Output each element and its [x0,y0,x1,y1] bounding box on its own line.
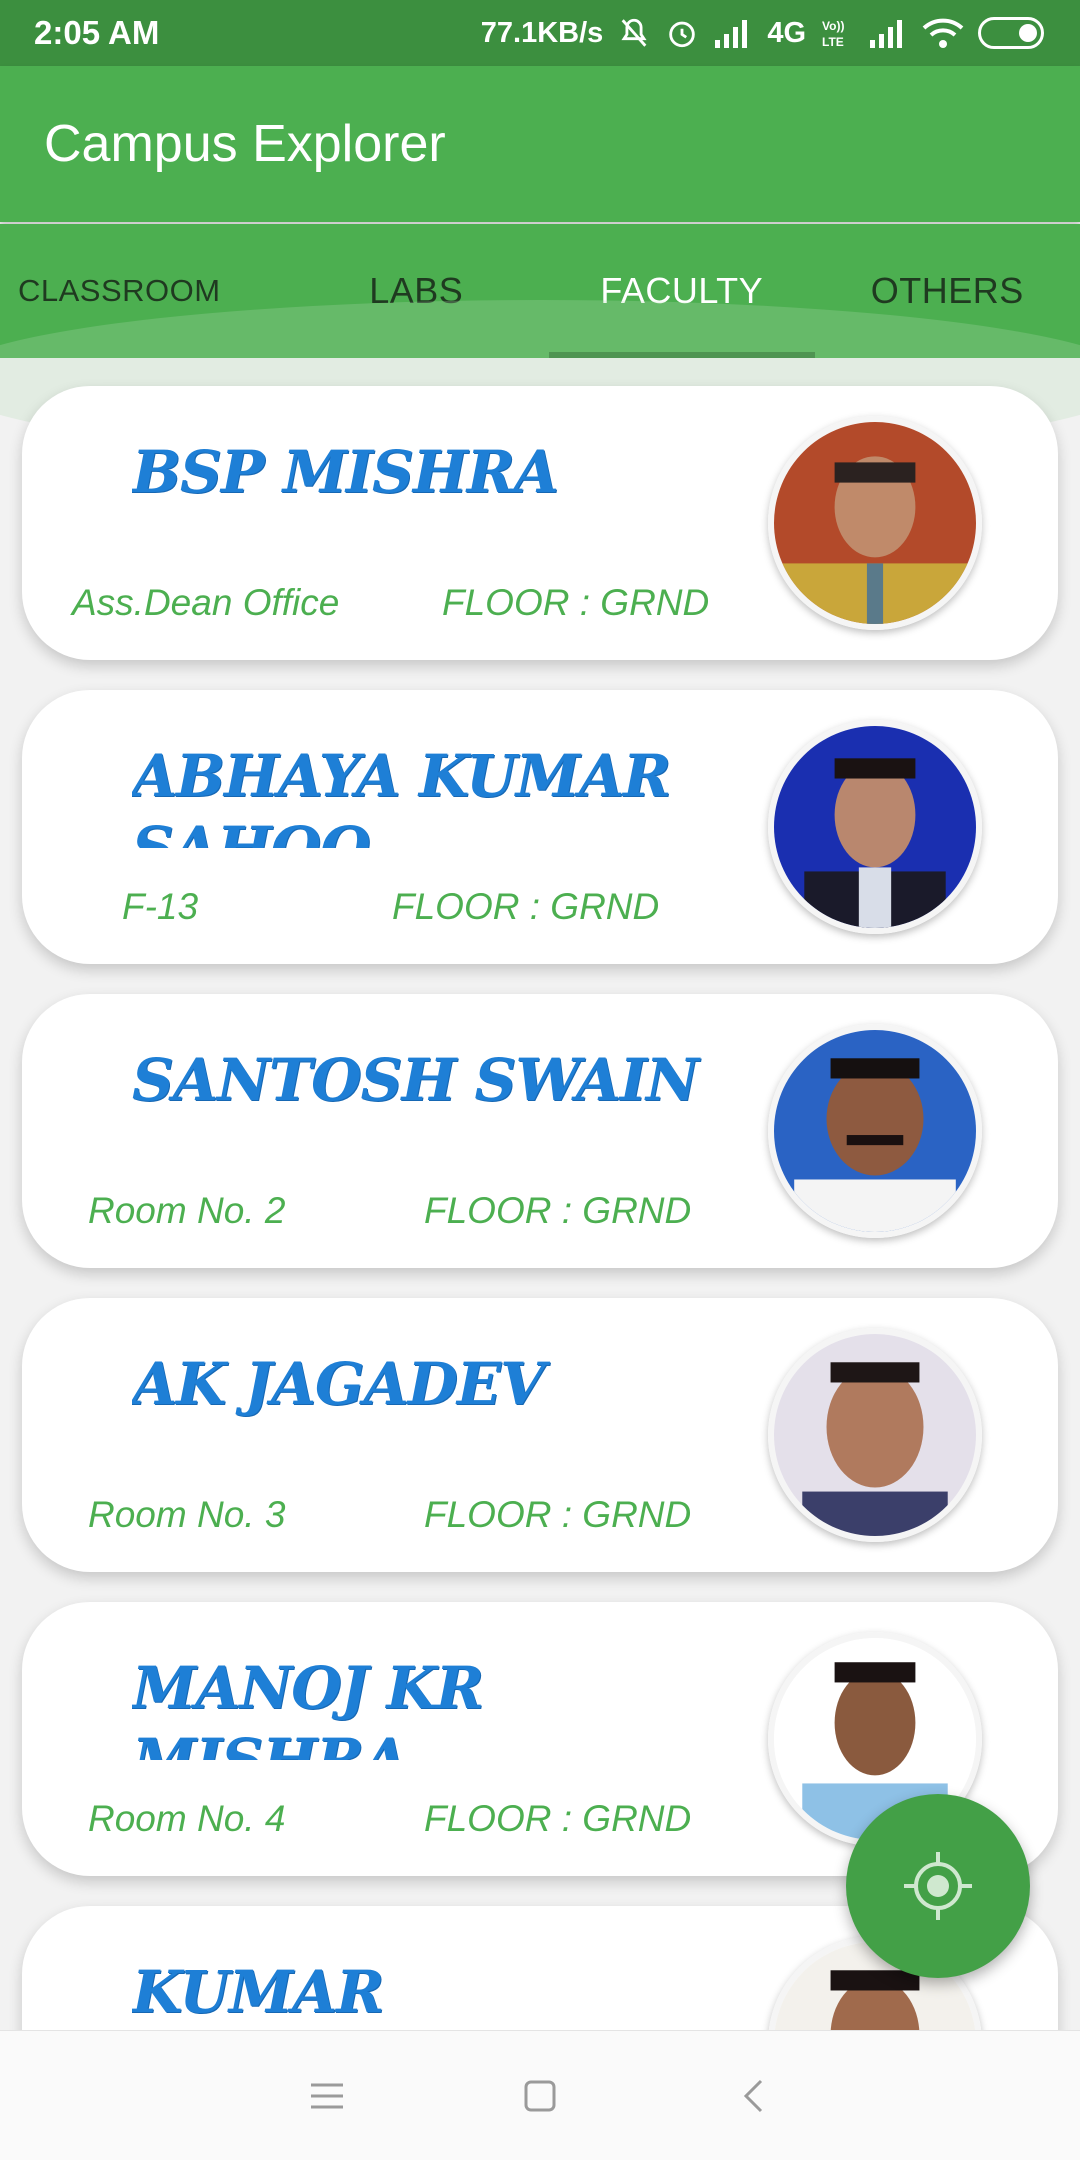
faculty-card[interactable]: AK JAGADEV Room No. 3 FLOOR : GRND [22,1298,1058,1572]
back-icon[interactable] [723,2066,783,2126]
alarm-icon [665,13,699,53]
system-nav-bar [0,2030,1080,2160]
faculty-room: Room No. 3 [88,1494,286,1535]
faculty-floor: FLOOR : GRND [424,1798,692,1839]
battery-icon [978,17,1044,49]
network-type: 4G [767,16,806,49]
faculty-name: ABHAYA KUMAR SAHOO [132,742,671,848]
locate-button[interactable] [846,1794,1030,1978]
faculty-floor: FLOOR : GRND [424,1190,692,1231]
app-title: Campus Explorer [44,115,446,173]
faculty-name: MANOJ KR MISHRA [132,1654,484,1760]
faculty-room: F-13 [122,886,199,927]
svg-text:LTE: LTE [822,35,844,49]
faculty-name: SANTOSH SWAIN [132,1046,699,1114]
screen: 2:05 AM 77.1KB/s 4G Vo)) LTE Campus Expl… [0,0,1080,2160]
volte-icon: Vo)) LTE [820,13,854,53]
status-bar: 2:05 AM 77.1KB/s 4G Vo)) LTE [0,0,1080,66]
faculty-floor: FLOOR : GRND [424,1494,692,1535]
faculty-floor: FLOOR : GRND [392,886,660,927]
wifi-icon [922,13,964,53]
faculty-name: AK JAGADEV [132,1350,545,1418]
status-icons: 77.1KB/s 4G Vo)) LTE [481,13,1044,53]
mute-icon [617,13,651,53]
faculty-card[interactable]: ABHAYA KUMAR SAHOO F-13 FLOOR : GRND [22,690,1058,964]
status-time: 2:05 AM [34,14,160,51]
home-icon[interactable] [510,2066,570,2126]
faculty-card[interactable]: SANTOSH SWAIN Room No. 2 FLOOR : GRND [22,994,1058,1268]
faculty-floor: FLOOR : GRND [442,582,710,623]
faculty-room: Room No. 2 [88,1190,286,1231]
faculty-name: BSP MISHRA [132,438,559,506]
faculty-photo [768,720,982,934]
signal-icon [713,13,753,53]
faculty-photo [768,1024,982,1238]
faculty-room: Ass.Dean Office [72,582,340,623]
locate-icon [904,1852,972,1920]
svg-text:Vo)): Vo)) [822,19,844,33]
app-bar: Campus Explorer [0,66,1080,222]
faculty-photo [768,1328,982,1542]
signal-icon [868,13,908,53]
menu-icon[interactable] [297,2066,357,2126]
faculty-photo [768,416,982,630]
faculty-card[interactable]: BSP MISHRA Ass.Dean Office FLOOR : GRND [22,386,1058,660]
network-speed: 77.1KB/s [480,16,604,49]
faculty-room: Room No. 4 [88,1798,286,1839]
